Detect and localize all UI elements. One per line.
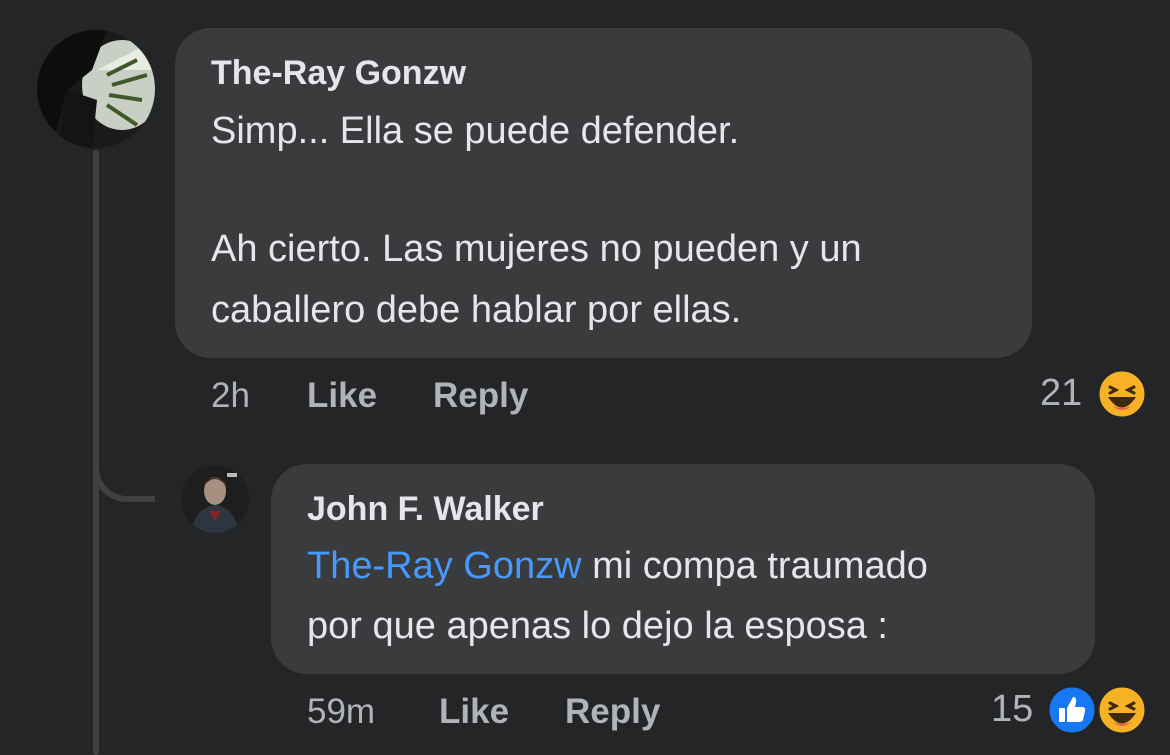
reply-text-line: The-Ray Gonzw mi compa traumado [307,545,928,588]
reply-button[interactable]: Reply [565,692,660,732]
reply-button[interactable]: Reply [433,376,528,416]
like-button[interactable]: Like [307,376,377,416]
comment-timestamp[interactable]: 2h [211,376,250,416]
comment-text-line: Simp... Ella se puede defender. [211,110,740,152]
avatar-the-ray-gonzw[interactable] [37,30,155,148]
like-icon[interactable] [1046,684,1098,736]
comment-author[interactable]: The-Ray Gonzw [211,54,466,93]
haha-icon[interactable] [1096,684,1148,736]
haha-icon[interactable] [1096,368,1148,420]
reply-timestamp[interactable]: 59m [307,692,375,732]
reaction-count[interactable]: 21 [1040,372,1082,415]
reply-text-line: por que apenas lo dejo la esposa : [307,605,888,647]
reply-text: mi compa traumado [581,545,928,587]
avatar-john-f-walker[interactable] [181,465,249,533]
reply-connector [93,440,155,502]
like-button[interactable]: Like [439,692,509,732]
reaction-count[interactable]: 15 [991,688,1033,731]
comment-text-line: Ah cierto. Las mujeres no pueden y un [211,228,862,270]
mention-link[interactable]: The-Ray Gonzw [307,545,582,587]
reply-author[interactable]: John F. Walker [307,490,544,529]
comment-text-line: caballero debe hablar por ellas. [211,289,742,331]
